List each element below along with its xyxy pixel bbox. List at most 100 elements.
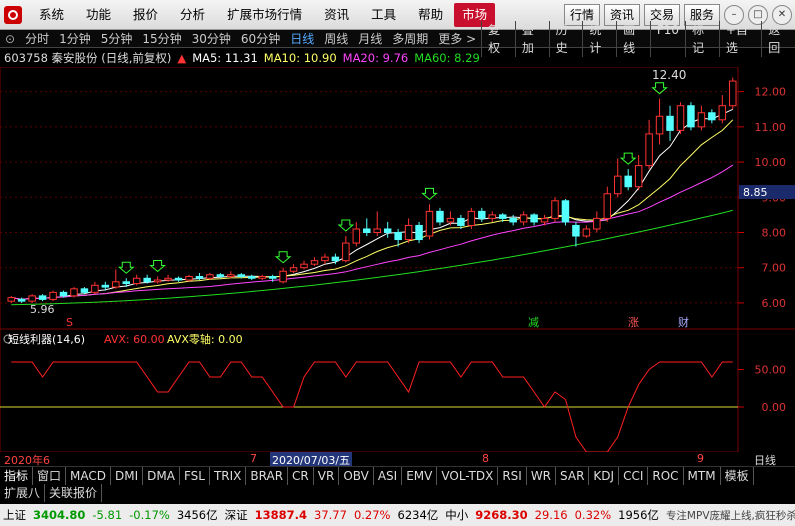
price-tick-label: 8.00: [762, 226, 787, 239]
candle-body: [561, 200, 570, 223]
period-5min[interactable]: 5分钟: [96, 30, 138, 48]
tab-trix[interactable]: TRIX: [210, 466, 247, 485]
collapse-icon[interactable]: ⊙: [0, 30, 20, 48]
candle-body: [478, 210, 486, 219]
menu-item-info[interactable]: 资讯: [313, 0, 360, 30]
up-arrow-icon: ▲: [177, 51, 187, 65]
candle-body: [373, 228, 381, 233]
low-price-label: 5.96: [30, 303, 55, 316]
menu-item-analysis[interactable]: 分析: [169, 0, 216, 30]
menu-item-system[interactable]: 系统: [28, 0, 75, 30]
candle-body: [666, 115, 674, 131]
status-bar: 上证 3404.80 -5.81 -0.17% 3456亿 深证 13887.4…: [0, 504, 795, 526]
date-label-5: 9: [697, 452, 704, 465]
candle-body: [310, 260, 319, 265]
period-60min[interactable]: 60分钟: [236, 30, 285, 48]
period-multi[interactable]: 多周期: [387, 30, 433, 48]
candle-body: [352, 228, 361, 244]
tab-cci[interactable]: CCI: [619, 466, 649, 485]
candle-body: [268, 276, 277, 279]
candle-body: [551, 200, 559, 219]
tab-fsl[interactable]: FSL: [180, 466, 210, 485]
sh-index-pct: -0.17%: [129, 508, 170, 522]
tab-dmi[interactable]: DMI: [111, 466, 144, 485]
candle-body: [237, 274, 246, 278]
candle-body: [540, 217, 549, 223]
expand-bar: 扩展八 关联报价: [0, 484, 795, 502]
candle-body: [143, 277, 151, 283]
tab-template[interactable]: 模板: [721, 466, 754, 485]
marker-rise[interactable]: 涨: [628, 316, 639, 329]
candle-body: [164, 277, 172, 281]
date-axis: 2020年6 7 2020/07/03/五 8 9 日线: [0, 452, 795, 468]
tab-asi[interactable]: ASI: [374, 466, 403, 485]
tab-rsi[interactable]: RSI: [498, 466, 527, 485]
tab-vr[interactable]: VR: [314, 466, 340, 485]
menu-item-quote[interactable]: 报价: [122, 0, 169, 30]
period-1min[interactable]: 1分钟: [54, 30, 96, 48]
period-weekly[interactable]: 周线: [319, 30, 353, 48]
buy-signal-arrow-icon: [651, 82, 668, 95]
candle-body: [415, 224, 423, 241]
tab-related-quote[interactable]: 关联报价: [45, 484, 103, 502]
candle-body: [634, 165, 643, 188]
candle-body: [185, 276, 193, 281]
candle-body: [28, 295, 36, 302]
tab-dma[interactable]: DMA: [143, 466, 180, 485]
tab-sar[interactable]: SAR: [556, 466, 590, 485]
indicator-tabs: 指标 窗口 MACD DMI DMA FSL TRIX BRAR CR VR O…: [0, 466, 795, 485]
menu-item-help[interactable]: 帮助: [407, 0, 454, 30]
menu-item-function[interactable]: 功能: [75, 0, 122, 30]
menu-item-extended-market[interactable]: 扩展市场行情: [216, 0, 313, 30]
sz-index-change: 37.77: [314, 508, 347, 522]
promo-ticker[interactable]: 专注MPV庞耀上线,疯狂秒杀: [666, 508, 795, 523]
candle-body: [624, 175, 632, 188]
sz-index-label[interactable]: 深证: [225, 507, 248, 523]
sh-index-label[interactable]: 上证: [3, 507, 26, 523]
candle-body: [498, 214, 507, 219]
candle-body: [331, 256, 340, 262]
candle-body: [530, 214, 538, 223]
tab-roc[interactable]: ROC: [648, 466, 684, 485]
candle-body: [457, 217, 465, 226]
candle-body: [132, 277, 141, 285]
candle-body: [519, 214, 528, 223]
tab-expand-8[interactable]: 扩展八: [0, 484, 46, 502]
sh-index-value: 3404.80: [33, 508, 86, 522]
sh-index-change: -5.81: [92, 508, 123, 522]
kline-chart[interactable]: 12.0011.0010.009.008.007.006.00 50.000.0…: [0, 67, 795, 452]
period-more[interactable]: 更多 >: [433, 30, 481, 48]
marker-finance[interactable]: 财: [678, 315, 689, 329]
marker-reduce[interactable]: 减: [528, 316, 539, 329]
sz-index-value: 13887.4: [254, 508, 308, 522]
price-tick-label: 7.00: [762, 262, 787, 275]
candle-body: [49, 291, 57, 300]
tab-indicator[interactable]: 指标: [0, 466, 34, 485]
candle-body: [572, 224, 580, 237]
candle-body: [321, 256, 329, 262]
menu-item-tools[interactable]: 工具: [360, 0, 407, 30]
period-15min[interactable]: 15分钟: [137, 30, 186, 48]
tab-cr[interactable]: CR: [288, 466, 314, 485]
tab-macd[interactable]: MACD: [66, 466, 112, 485]
candle-body: [582, 228, 591, 237]
tab-window[interactable]: 窗口: [33, 466, 67, 485]
tab-obv[interactable]: OBV: [339, 466, 374, 485]
tab-wr[interactable]: WR: [527, 466, 557, 485]
smb-index-label[interactable]: 中小: [445, 507, 468, 523]
candle-body: [593, 217, 601, 230]
tab-emv[interactable]: EMV: [402, 466, 438, 485]
ma10-label: MA10: 10.90: [263, 51, 337, 65]
period-monthly[interactable]: 月线: [353, 30, 387, 48]
tab-mtm[interactable]: MTM: [684, 466, 721, 485]
tab-brar[interactable]: BRAR: [246, 466, 289, 485]
candle-body: [718, 105, 727, 121]
candle-body: [59, 291, 68, 297]
period-daily[interactable]: 日线: [285, 30, 319, 48]
dividend-marker-icon[interactable]: S: [66, 316, 73, 329]
smb-index-amount: 1956亿: [618, 508, 659, 522]
tab-vol-tdx[interactable]: VOL-TDX: [437, 466, 499, 485]
period-30min[interactable]: 30分钟: [187, 30, 236, 48]
period-timeline[interactable]: 分时: [20, 30, 54, 48]
tab-kdj[interactable]: KDJ: [589, 466, 620, 485]
